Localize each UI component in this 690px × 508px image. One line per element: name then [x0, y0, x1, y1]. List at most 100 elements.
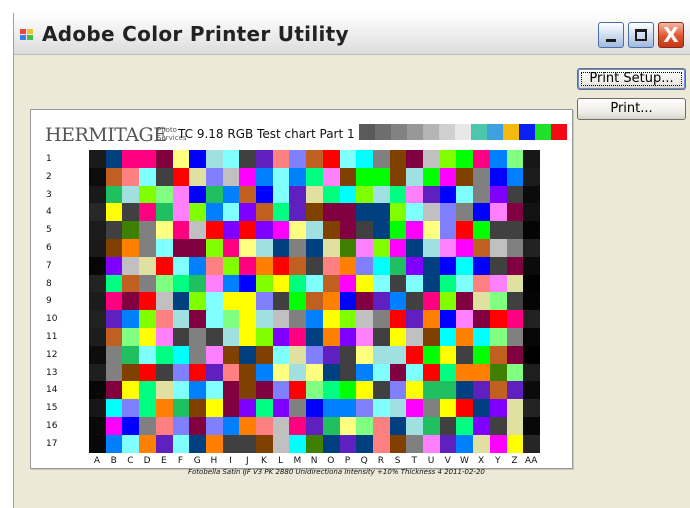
color-patch — [155, 203, 173, 222]
color-patch — [439, 239, 457, 257]
color-patch — [356, 363, 374, 382]
color-patch — [306, 310, 324, 329]
color-patch — [272, 310, 290, 329]
color-patch — [272, 292, 290, 311]
color-patch — [406, 381, 424, 400]
color-patch — [339, 292, 357, 311]
row-label: 5 — [46, 225, 52, 236]
color-patch — [122, 221, 140, 240]
reference-swatch — [551, 124, 567, 140]
color-patch — [205, 256, 223, 275]
color-patch — [172, 274, 190, 293]
color-patch — [406, 274, 424, 293]
title-bar[interactable]: Adobe Color Printer Utility X — [14, 13, 690, 55]
color-patch — [139, 185, 157, 204]
color-patch — [89, 203, 106, 222]
color-patch — [489, 203, 507, 222]
column-label: AA — [524, 456, 538, 466]
color-patch — [356, 221, 374, 240]
color-patch — [172, 434, 190, 453]
color-patch — [506, 150, 524, 168]
color-patch — [155, 417, 173, 435]
color-patch — [523, 434, 541, 453]
color-patch — [423, 221, 440, 240]
color-patch — [306, 345, 324, 364]
color-patch — [339, 417, 357, 435]
color-patch — [172, 417, 190, 435]
color-patch — [406, 185, 424, 204]
color-patch — [155, 345, 173, 364]
color-patch — [222, 363, 240, 382]
color-patch — [322, 292, 340, 311]
color-patch — [256, 239, 273, 257]
color-patch — [222, 150, 240, 168]
color-patch — [189, 185, 207, 204]
color-patch — [489, 345, 507, 364]
color-patch — [239, 150, 257, 168]
color-patch — [473, 274, 491, 293]
color-patch — [89, 345, 106, 364]
color-patch — [372, 203, 390, 222]
color-patch — [289, 292, 307, 311]
color-patch — [372, 239, 390, 257]
color-patch — [122, 203, 140, 222]
color-patch — [339, 150, 357, 168]
color-patch — [506, 345, 524, 364]
color-patch — [473, 310, 491, 329]
row-label: 15 — [46, 403, 58, 414]
color-patch — [172, 239, 190, 257]
color-patch — [339, 328, 357, 346]
color-patch — [506, 256, 524, 275]
close-icon: X — [663, 23, 679, 47]
row-label: 3 — [46, 189, 52, 200]
color-patch — [339, 203, 357, 222]
color-patch — [389, 221, 407, 240]
color-patch — [205, 167, 223, 186]
color-patch — [339, 185, 357, 204]
color-patch — [506, 434, 524, 453]
color-patch — [439, 274, 457, 293]
print-button[interactable]: Print... — [577, 98, 686, 120]
color-patch — [122, 381, 140, 400]
color-patch — [139, 256, 157, 275]
column-label: D — [143, 456, 151, 466]
close-button[interactable]: X — [658, 22, 684, 48]
client-area: Print Setup... Print... HERMITAGE Photo … — [14, 55, 690, 508]
reference-swatch — [391, 124, 407, 140]
color-patch — [389, 328, 407, 346]
color-patch — [423, 274, 440, 293]
color-patch — [172, 399, 190, 418]
color-patch — [306, 381, 324, 400]
color-patch — [256, 345, 273, 364]
color-patch — [456, 292, 474, 311]
color-patch — [439, 256, 457, 275]
column-label: T — [411, 456, 418, 466]
color-patch — [289, 203, 307, 222]
column-label: J — [245, 456, 249, 466]
color-patch — [172, 345, 190, 364]
color-patch — [272, 239, 290, 257]
color-patch — [289, 363, 307, 382]
color-patch — [306, 203, 324, 222]
color-patch — [205, 203, 223, 222]
color-patch — [489, 310, 507, 329]
chart-title: TC 9.18 RGB Test chart Part 1 — [178, 127, 355, 141]
maximize-button[interactable] — [628, 22, 654, 48]
color-patch — [272, 185, 290, 204]
color-patch — [306, 185, 324, 204]
color-patch — [155, 363, 173, 382]
reference-swatch — [455, 124, 471, 140]
color-patch — [205, 328, 223, 346]
color-patch — [406, 203, 424, 222]
color-patch — [356, 399, 374, 418]
color-patch — [122, 399, 140, 418]
print-setup-button[interactable]: Print Setup... — [577, 68, 686, 90]
color-patch — [89, 310, 106, 329]
reference-swatch — [535, 124, 551, 140]
color-patch — [189, 274, 207, 293]
minimize-button[interactable] — [598, 22, 624, 48]
row-label: 13 — [46, 367, 58, 378]
color-patch — [306, 417, 324, 435]
color-patch — [105, 381, 123, 400]
color-patch — [439, 345, 457, 364]
